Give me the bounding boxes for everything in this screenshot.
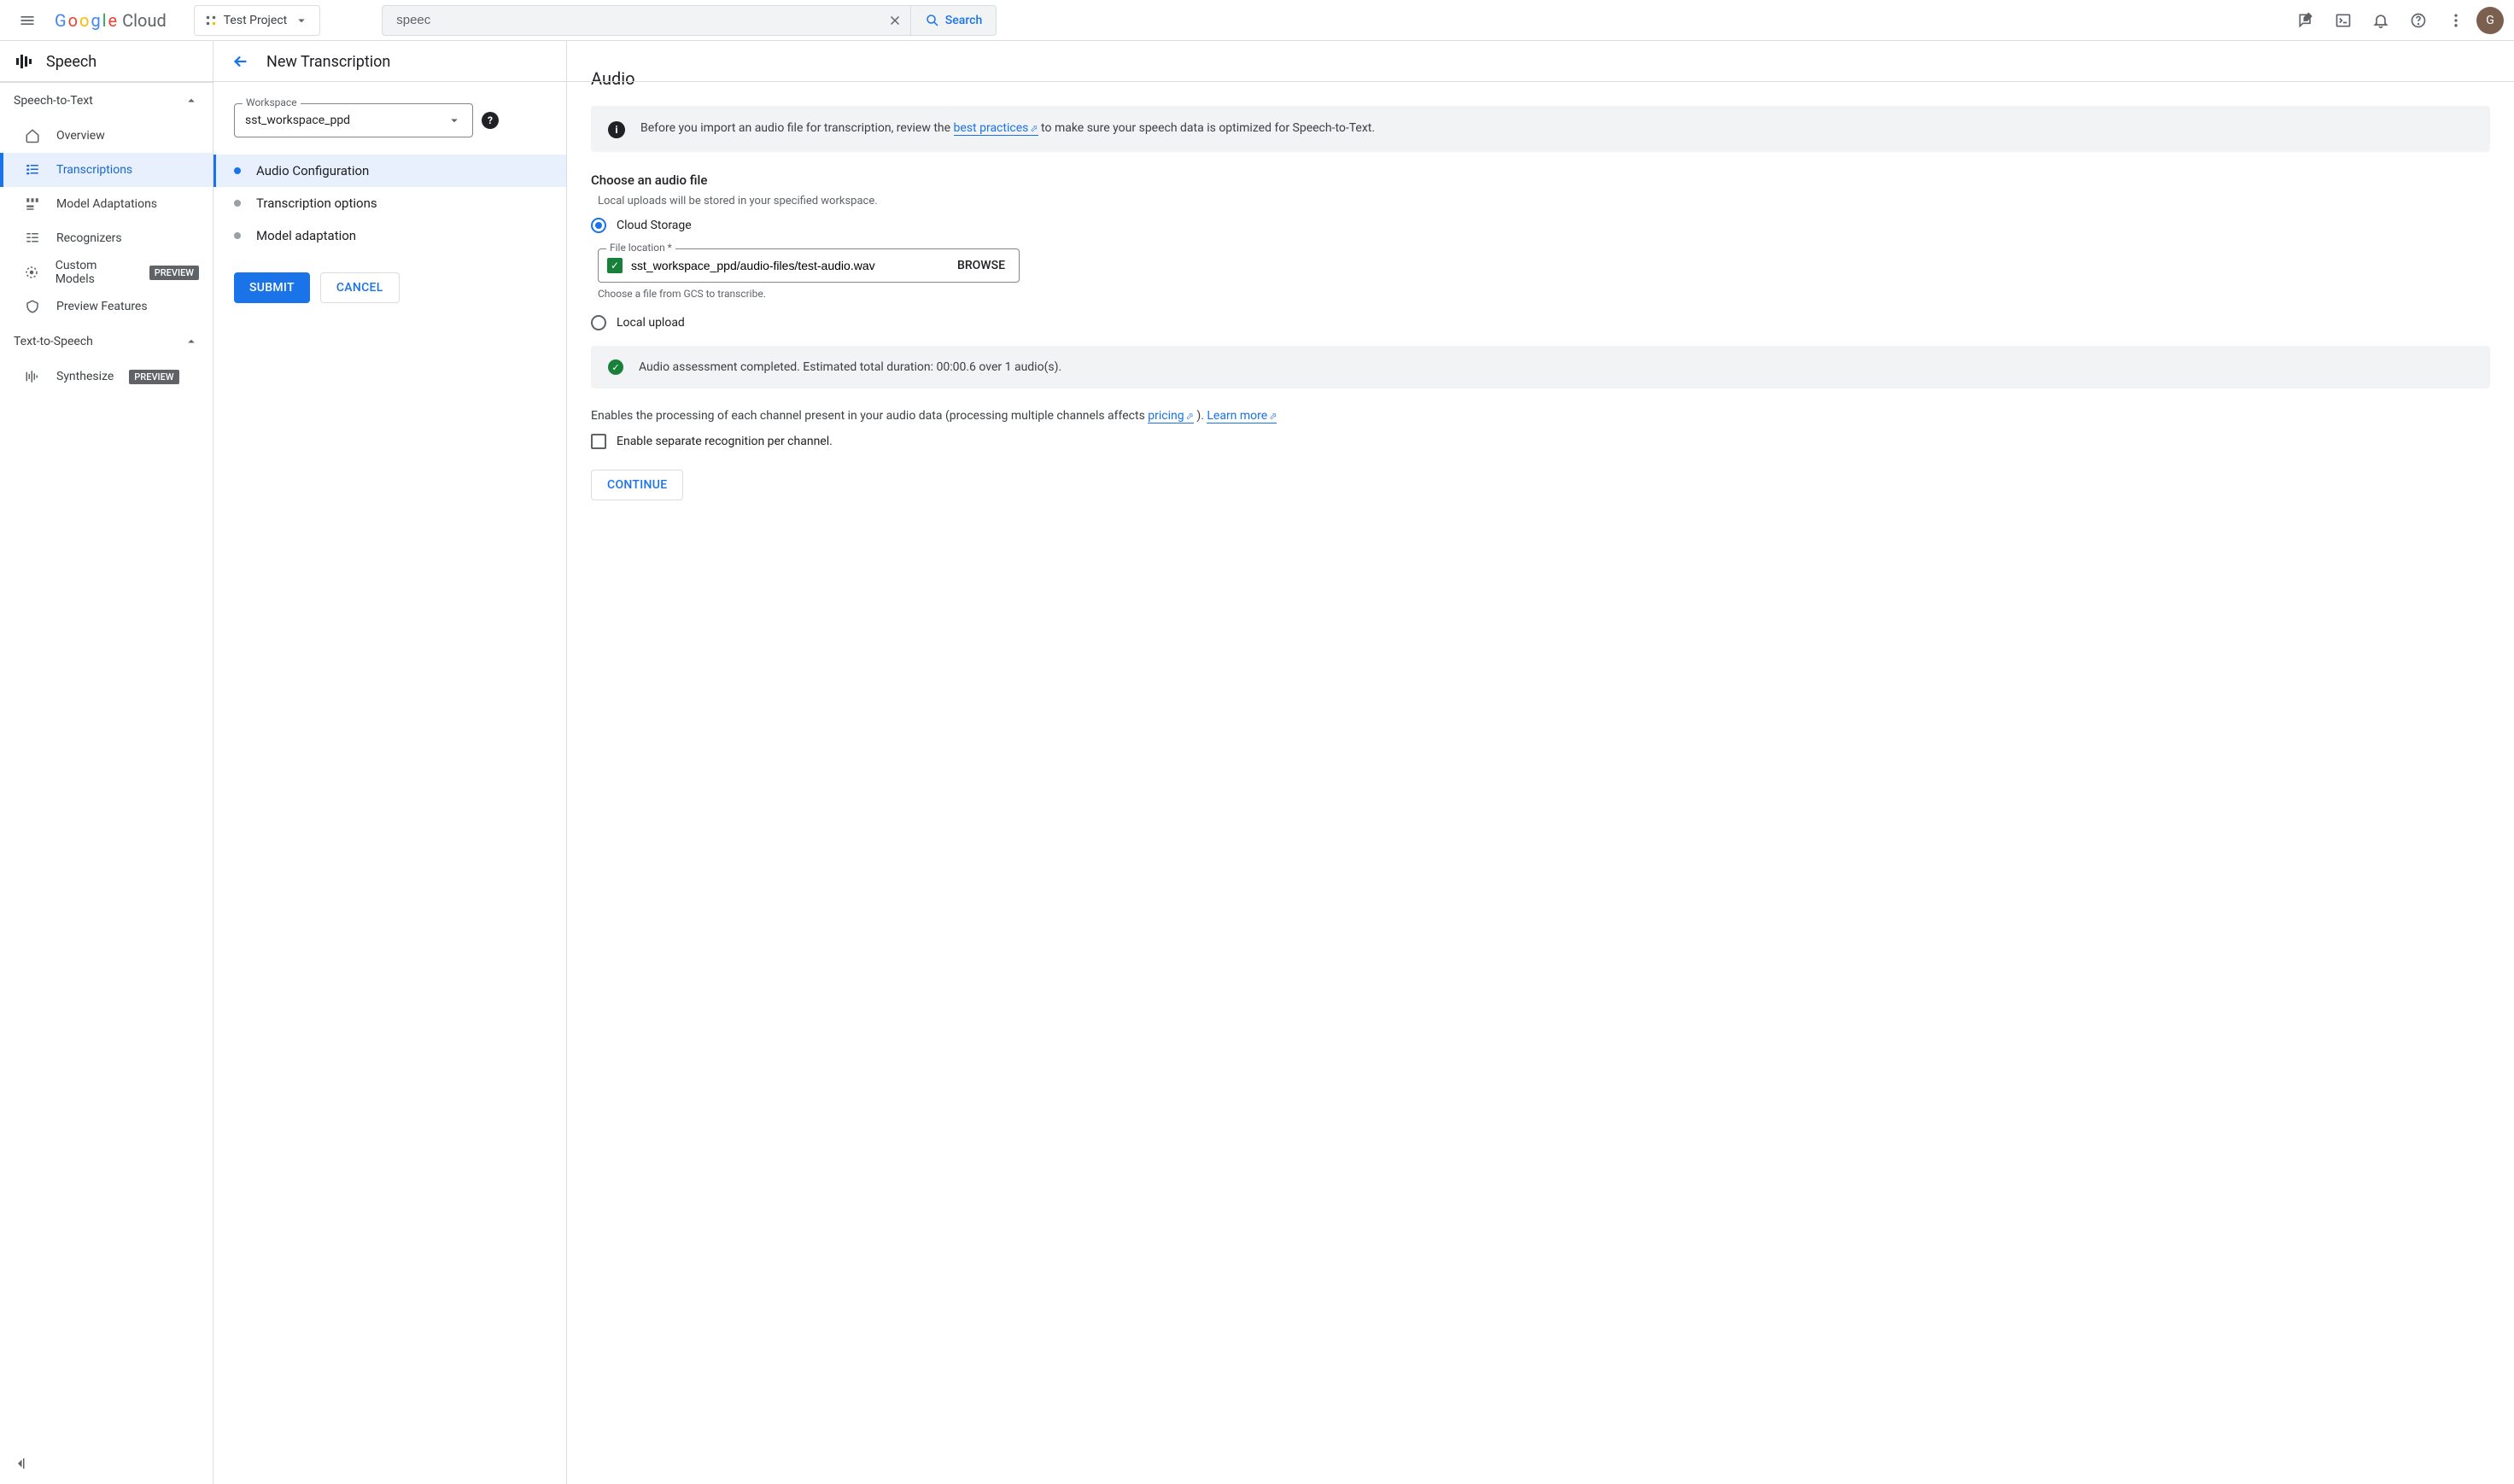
- best-practices-link[interactable]: best practices⬀: [954, 121, 1038, 136]
- step-dot-icon: [234, 200, 241, 207]
- chevron-up-icon: [184, 334, 199, 349]
- preview-badge: PREVIEW: [149, 266, 199, 280]
- sidebar-item-custom-models[interactable]: Custom Models PREVIEW: [0, 255, 213, 289]
- file-hint: Choose a file from GCS to transcribe.: [598, 288, 2490, 300]
- step-transcription-options[interactable]: Transcription options: [213, 187, 566, 219]
- chevron-up-icon: [184, 93, 199, 108]
- choose-audio-header: Choose an audio file: [591, 172, 2490, 188]
- sidebar-item-model-adaptations[interactable]: Model Adaptations: [0, 187, 213, 221]
- help-icon[interactable]: [2401, 3, 2435, 38]
- chevron-down-icon: [447, 113, 462, 128]
- info-icon: i: [608, 121, 625, 138]
- pricing-link[interactable]: pricing⬀: [1148, 409, 1194, 424]
- home-icon: [24, 127, 41, 144]
- sidebar-item-synthesize[interactable]: Synthesize PREVIEW: [0, 359, 213, 394]
- external-link-icon: ⬀: [1269, 411, 1277, 422]
- channel-description: Enables the processing of each channel p…: [591, 407, 2490, 425]
- workspace-value: sst_workspace_ppd: [245, 114, 447, 127]
- nav-section-text-to-speech[interactable]: Text-to-Speech: [0, 324, 213, 359]
- search-button[interactable]: Search: [910, 6, 996, 35]
- hamburger-icon[interactable]: [10, 3, 44, 38]
- success-icon: ✓: [608, 359, 623, 375]
- avatar[interactable]: G: [2476, 7, 2504, 34]
- step-audio-configuration[interactable]: Audio Configuration: [213, 155, 566, 187]
- top-bar: Google Cloud Test Project Search: [0, 0, 2514, 41]
- collapse-sidebar-icon[interactable]: [7, 1450, 34, 1477]
- assessment-banner: ✓ Audio assessment completed. Estimated …: [591, 346, 2490, 389]
- radio-cloud-storage[interactable]: Cloud Storage: [591, 218, 2490, 233]
- synthesize-icon: [24, 368, 41, 385]
- external-link-icon: ⬀: [1030, 123, 1038, 134]
- file-location-input[interactable]: [623, 259, 944, 272]
- gcp-logo[interactable]: Google Cloud: [55, 10, 167, 31]
- cancel-button[interactable]: CANCEL: [320, 272, 400, 303]
- project-picker[interactable]: Test Project: [194, 5, 320, 36]
- speech-icon: [14, 51, 34, 72]
- custom-models-icon: [24, 264, 40, 281]
- workspace-select[interactable]: sst_workspace_ppd: [234, 103, 473, 137]
- topbar-actions: G: [2289, 3, 2504, 38]
- step-dot-icon: [234, 232, 241, 239]
- external-link-icon: ⬀: [1186, 411, 1194, 422]
- sidebar: Speech Speech-to-Text Overview Transcrip…: [0, 41, 213, 1484]
- project-name: Test Project: [224, 14, 287, 27]
- service-title: Speech: [46, 53, 96, 71]
- search-input[interactable]: [383, 13, 880, 27]
- sidebar-item-recognizers[interactable]: Recognizers: [0, 221, 213, 255]
- recognizers-icon: [24, 230, 41, 247]
- browse-button[interactable]: BROWSE: [944, 259, 1019, 272]
- workspace-label: Workspace: [243, 96, 301, 108]
- preview-features-icon: [24, 298, 41, 315]
- nav-section-speech-to-text[interactable]: Speech-to-Text: [0, 83, 213, 119]
- back-icon[interactable]: [231, 51, 251, 72]
- info-banner: i Before you import an audio file for tr…: [591, 106, 2490, 152]
- adaptations-icon: [24, 196, 41, 213]
- sidebar-item-preview-features[interactable]: Preview Features: [0, 289, 213, 324]
- config-column: New Transcription Workspace sst_workspac…: [213, 41, 567, 1484]
- logo-suffix: Cloud: [122, 10, 167, 31]
- section-title: Audio: [591, 68, 2490, 89]
- sidebar-item-overview[interactable]: Overview: [0, 119, 213, 153]
- continue-button[interactable]: CONTINUE: [591, 470, 683, 500]
- check-icon: ✓: [607, 258, 623, 273]
- file-location-label: File location *: [606, 242, 675, 254]
- radio-icon: [591, 218, 606, 233]
- page-header: New Transcription: [213, 41, 566, 82]
- step-model-adaptation[interactable]: Model adaptation: [213, 219, 566, 252]
- chevron-down-icon: [294, 13, 309, 28]
- notifications-icon[interactable]: [2364, 3, 2398, 38]
- more-icon[interactable]: [2439, 3, 2473, 38]
- checkbox-icon: [591, 434, 606, 449]
- upload-hint: Local uploads will be stored in your spe…: [598, 195, 2490, 207]
- workspace-help-icon[interactable]: ?: [482, 112, 499, 129]
- sidebar-item-transcriptions[interactable]: Transcriptions: [0, 153, 213, 187]
- separate-channel-checkbox[interactable]: Enable separate recognition per channel.: [591, 434, 2490, 449]
- send-feedback-icon[interactable]: [2289, 3, 2323, 38]
- submit-button[interactable]: SUBMIT: [234, 272, 310, 303]
- service-header: Speech: [0, 41, 213, 83]
- content-area: Audio i Before you import an audio file …: [567, 41, 2514, 1484]
- preview-badge: PREVIEW: [129, 370, 178, 384]
- file-location-field: ✓ BROWSE: [598, 248, 1020, 283]
- clear-search-icon[interactable]: [880, 5, 910, 36]
- radio-local-upload[interactable]: Local upload: [591, 315, 2490, 330]
- page-title: New Transcription: [266, 53, 390, 71]
- cloud-shell-icon[interactable]: [2326, 3, 2360, 38]
- radio-icon: [591, 315, 606, 330]
- search-button-label: Search: [945, 14, 982, 27]
- step-dot-icon: [234, 167, 241, 174]
- transcriptions-icon: [24, 161, 41, 178]
- learn-more-link[interactable]: Learn more⬀: [1207, 409, 1277, 424]
- search-box: Search: [382, 5, 997, 36]
